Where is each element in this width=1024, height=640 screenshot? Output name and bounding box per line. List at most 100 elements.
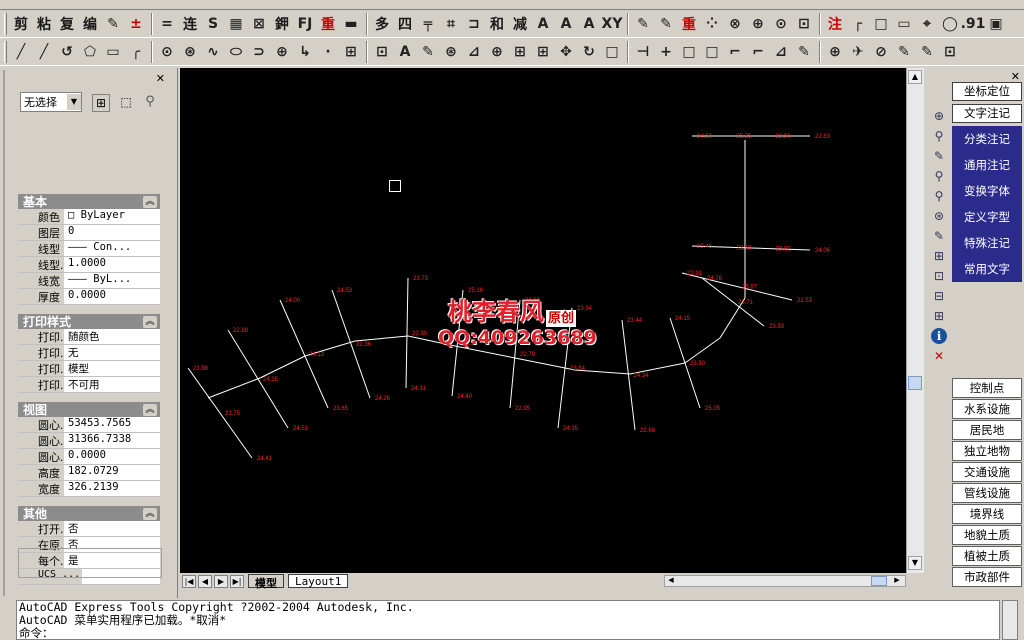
feature-category-button[interactable]: 独立地物 bbox=[952, 441, 1022, 461]
select-objects-icon[interactable]: ⬚ bbox=[117, 94, 135, 112]
toolbar-tool-icon[interactable]: 连 bbox=[179, 13, 201, 35]
collapse-icon[interactable]: ︽ bbox=[143, 403, 157, 416]
toolbar-tool-icon[interactable]: 重 bbox=[678, 13, 700, 35]
property-value[interactable]: □ ByLayer bbox=[64, 209, 160, 224]
tab-model[interactable]: 模型 bbox=[248, 574, 284, 590]
command-prompt[interactable]: 命令： bbox=[19, 627, 999, 640]
toolbar-tool-icon[interactable]: ✎ bbox=[916, 41, 938, 63]
toolbar-tool-icon[interactable]: ⁘ bbox=[701, 13, 723, 35]
toolbar-tool-icon[interactable]: A bbox=[578, 13, 600, 35]
toolbar-tool-icon[interactable]: ⊙ bbox=[156, 41, 178, 63]
toolbar-tool-icon[interactable]: 多 bbox=[371, 13, 393, 35]
toolbar-tool-icon[interactable]: S bbox=[202, 13, 224, 35]
quick-select-icon[interactable]: ⚲ bbox=[141, 94, 159, 112]
toolbar-tool-icon[interactable]: ╱ bbox=[10, 41, 32, 63]
toolbar-tool-icon[interactable]: ⊕ bbox=[486, 41, 508, 63]
toolbar-tool-icon[interactable]: .91 bbox=[961, 13, 986, 35]
property-row[interactable]: 厚度 0.0000 bbox=[18, 289, 160, 305]
toolbar-grip[interactable] bbox=[4, 40, 7, 63]
property-row[interactable]: 宽度 326.2139 bbox=[18, 481, 160, 497]
feature-category-button[interactable]: 交通设施 bbox=[952, 462, 1022, 482]
toolbar-tool-icon[interactable]: ✎ bbox=[655, 13, 677, 35]
toolbar-tool-icon[interactable]: ✎ bbox=[793, 41, 815, 63]
vertical-scrollbar[interactable]: ▲ ▼ bbox=[906, 68, 924, 573]
toolbar-tool-icon[interactable]: ↻ bbox=[578, 41, 600, 63]
property-value[interactable]: 无 bbox=[64, 345, 160, 360]
toolbar-tool-icon[interactable]: 注 bbox=[824, 13, 846, 35]
toolbar-tool-icon[interactable]: □ bbox=[601, 41, 623, 63]
property-value[interactable]: 53453.7565 bbox=[64, 417, 160, 432]
toolbar-tool-icon[interactable]: ⊕ bbox=[747, 13, 769, 35]
scroll-down-icon[interactable]: ▼ bbox=[908, 556, 922, 570]
toolbar-tool-icon[interactable]: ✎ bbox=[102, 13, 124, 35]
toolbar-tool-icon[interactable]: ↳ bbox=[294, 41, 316, 63]
toolbar-tool-icon[interactable]: 减 bbox=[509, 13, 531, 35]
toolbar-tool-icon[interactable]: ⌖ bbox=[916, 13, 938, 35]
property-value[interactable]: 1.0000 bbox=[64, 257, 160, 272]
toolbar-tool-icon[interactable]: ⊕ bbox=[824, 41, 846, 63]
hscroll-thumb[interactable] bbox=[871, 576, 887, 586]
toolbar-tool-icon[interactable]: ▣ bbox=[985, 13, 1007, 35]
last-tab-icon[interactable]: ▶| bbox=[230, 574, 244, 588]
toolbar-tool-icon[interactable]: ⊐ bbox=[463, 13, 485, 35]
scroll-left-icon[interactable]: ◀ bbox=[665, 576, 677, 586]
toolbar-tool-icon[interactable]: ± bbox=[125, 13, 147, 35]
property-value[interactable]: ——— Con... bbox=[64, 241, 160, 256]
command-history[interactable]: AutoCAD Express Tools Copyright ?2002-20… bbox=[16, 600, 1000, 640]
toolbar-tool-icon[interactable]: ⬭ bbox=[225, 41, 247, 63]
feature-category-button[interactable]: 控制点 bbox=[952, 378, 1022, 398]
palette-title-bar[interactable] bbox=[3, 70, 5, 596]
toolbar-grip[interactable] bbox=[4, 12, 7, 35]
toolbar-tool-icon[interactable]: 剪 bbox=[10, 13, 32, 35]
property-value[interactable]: 0.0000 bbox=[64, 289, 160, 304]
text-annotation-button[interactable]: 文字注记 bbox=[952, 104, 1022, 123]
toolbar-tool-icon[interactable]: ⊘ bbox=[870, 41, 892, 63]
toolbar-tool-icon[interactable]: = bbox=[156, 13, 178, 35]
toolbar-tool-icon[interactable]: ⌐ bbox=[724, 41, 746, 63]
toolbar-tool-icon[interactable]: ⊿ bbox=[770, 41, 792, 63]
toolbar-tool-icon[interactable]: □ bbox=[701, 41, 723, 63]
annotation-menu-item[interactable]: 变换字体 bbox=[952, 178, 1022, 204]
toolbar-tool-icon[interactable]: 重 bbox=[317, 13, 339, 35]
toolbar-tool-icon[interactable]: ⊛ bbox=[179, 41, 201, 63]
toolbar-tool-icon[interactable]: □ bbox=[678, 41, 700, 63]
command-scrollbar[interactable] bbox=[1002, 600, 1018, 640]
tool-icon[interactable]: ⊕ bbox=[931, 108, 947, 124]
coordinate-locate-button[interactable]: 坐标定位 bbox=[952, 82, 1022, 101]
property-value[interactable]: ——— ByL... bbox=[64, 273, 160, 288]
feature-category-button[interactable]: 境界线 bbox=[952, 504, 1022, 524]
toolbar-tool-icon[interactable]: ┌ bbox=[847, 13, 869, 35]
toolbar-tool-icon[interactable]: □ bbox=[870, 13, 892, 35]
toolbar-tool-icon[interactable]: FJ bbox=[294, 13, 316, 35]
property-row[interactable]: 圆心...53453.7565 bbox=[18, 417, 160, 433]
toolbar-tool-icon[interactable]: ⊞ bbox=[509, 41, 531, 63]
toolbar-tool-icon[interactable]: ⊡ bbox=[371, 41, 393, 63]
toolbar-tool-icon[interactable]: ⊡ bbox=[939, 41, 961, 63]
next-tab-icon[interactable]: ▶ bbox=[214, 574, 228, 588]
property-value[interactable]: 326.2139 bbox=[64, 481, 160, 496]
property-row[interactable]: 打印...模型 bbox=[18, 361, 160, 377]
section-header[interactable]: 基本 ︽ bbox=[18, 194, 160, 209]
scroll-up-icon[interactable]: ▲ bbox=[908, 70, 922, 84]
annotation-menu-item[interactable]: 特殊注记 bbox=[952, 230, 1022, 256]
tool-icon[interactable]: ✎ bbox=[931, 228, 947, 244]
toolbar-tool-icon[interactable]: ▬ bbox=[340, 13, 362, 35]
property-row[interactable]: 打开...否 bbox=[18, 521, 160, 537]
toolbar-tool-icon[interactable]: ⊡ bbox=[793, 13, 815, 35]
annotation-menu-item[interactable]: 分类注记 bbox=[952, 126, 1022, 152]
toolbar-tool-icon[interactable]: 和 bbox=[486, 13, 508, 35]
toolbar-tool-icon[interactable]: ⊕ bbox=[271, 41, 293, 63]
tool-icon[interactable]: ✕ bbox=[931, 348, 947, 364]
toolbar-tool-icon[interactable]: ⊣ bbox=[632, 41, 654, 63]
property-row[interactable]: 图层 0 bbox=[18, 225, 160, 241]
property-row[interactable]: 线型 ——— Con... bbox=[18, 241, 160, 257]
tool-icon[interactable]: ⊛ bbox=[931, 208, 947, 224]
collapse-icon[interactable]: ︽ bbox=[143, 507, 157, 520]
toolbar-tool-icon[interactable]: ⬠ bbox=[79, 41, 101, 63]
toolbar-tool-icon[interactable]: ⊞ bbox=[532, 41, 554, 63]
section-header[interactable]: 其他 ︽ bbox=[18, 506, 160, 521]
toolbar-tool-icon[interactable]: ╭ bbox=[125, 41, 147, 63]
toolbar-tool-icon[interactable]: ╤ bbox=[417, 13, 439, 35]
property-value[interactable]: 182.0729 bbox=[64, 465, 160, 480]
toolbar-tool-icon[interactable]: ◯ bbox=[939, 13, 961, 35]
